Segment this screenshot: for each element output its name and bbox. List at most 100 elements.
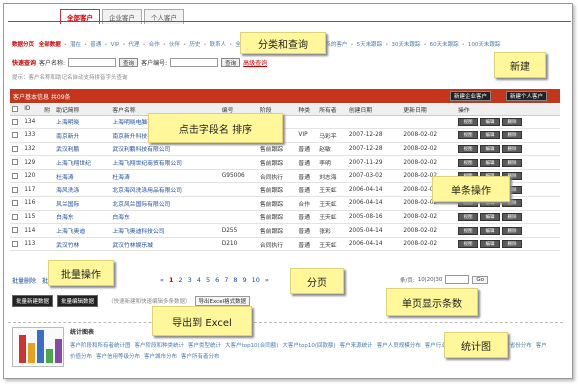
cell-name[interactable]: 武汉竹林娱乐城 [110,237,220,252]
edit-button[interactable]: 编辑 [479,158,500,167]
edit-button[interactable]: 编辑 [479,144,500,153]
page-link[interactable]: 4 [197,276,201,284]
cell-name[interactable]: 白海东 [110,210,220,225]
row-checkbox[interactable] [12,159,18,166]
next-page-button[interactable]: » [265,276,269,284]
cell-short[interactable]: 海风洗涤 [54,182,111,198]
cell-short[interactable]: 武汉利鹏 [54,142,111,157]
row-checkbox[interactable] [12,132,18,139]
cell-name[interactable]: 杜海涛 [110,169,220,184]
cell-short[interactable]: 杜海涛 [54,169,111,184]
column-header[interactable]: 创建日期 [346,104,402,116]
filter-item[interactable]: 联系人 [210,42,227,48]
cell-short[interactable]: 上海飞奥迪 [54,223,111,238]
per-page-options[interactable]: 10|20|30 [418,277,443,283]
stats-link[interactable]: 客户城市分布 [144,354,177,360]
cell-short[interactable]: 上海明晓 [54,115,111,130]
row-checkbox[interactable] [12,118,18,125]
column-header[interactable]: 操作 [455,104,560,116]
column-header[interactable]: 更新日期 [401,104,456,116]
row-checkbox[interactable] [12,186,18,193]
stats-link[interactable]: 客户来源统计 [340,343,373,349]
export-excel-button[interactable]: 导出Excel格式数据 [194,296,251,306]
delete-button[interactable]: 删除 [501,226,522,235]
filter-item[interactable]: 代理 [129,42,140,48]
row-checkbox[interactable] [12,213,18,220]
cell-short[interactable]: 风兰国际 [54,196,111,211]
cell-short[interactable]: 南京新升 [54,128,111,143]
cell-short[interactable]: 武汉竹林 [54,237,111,252]
cell-name[interactable]: 北京海风洗涤用品有限公司 [110,182,220,198]
filter-item[interactable]: 全部数据 [39,42,61,48]
edit-button[interactable]: 编辑 [479,212,500,221]
page-jump-input[interactable] [445,275,470,284]
search-button[interactable]: 查询 [119,58,139,67]
prev-page-button[interactable]: « [160,276,164,284]
page-link[interactable]: 7 [224,276,228,284]
filter-item[interactable]: 伙伴 [169,42,180,48]
page-link[interactable]: 8 [233,276,237,284]
view-button[interactable]: 视图 [457,240,478,249]
column-header[interactable]: 助记简称 [54,104,111,116]
page-link[interactable]: 2 [179,276,183,284]
filter-item[interactable]: 60天未跟踪 [430,42,459,48]
stats-link[interactable]: 客户阶段和所有者统计图 [70,343,131,349]
customer-id-input[interactable] [170,58,219,67]
delete-button[interactable]: 删除 [501,131,522,140]
customer-name-input[interactable] [68,58,117,67]
page-link[interactable]: 5 [206,276,210,284]
column-header[interactable]: 种类 [296,104,318,116]
new-person-button[interactable]: 新建个人客户 [506,91,548,101]
delete-button[interactable]: 删除 [501,158,522,167]
stats-link[interactable]: 客户信用等级分布 [96,354,140,360]
delete-button[interactable]: 删除 [501,144,522,153]
edit-button[interactable]: 编辑 [479,131,500,140]
edit-button[interactable]: 编辑 [479,226,500,235]
row-checkbox[interactable] [12,240,18,247]
page-link[interactable]: 1 [169,276,174,284]
view-button[interactable]: 视图 [457,131,478,140]
delete-button[interactable]: 删除 [501,240,522,249]
filter-item[interactable]: VIP [111,42,120,48]
filter-item[interactable]: 100天未跟踪 [468,42,501,48]
view-button[interactable]: 视图 [457,226,478,235]
page-link[interactable]: 9 [243,276,247,284]
id-search-button[interactable]: 查询 [221,58,241,67]
cell-name[interactable]: 武汉利鹏科技有限公司 [110,142,220,157]
stats-link[interactable]: 客户类型统计 [188,343,221,349]
cell-short[interactable]: 白海东 [54,210,111,225]
batch-new-button[interactable]: 批量新建数据 [12,295,54,307]
column-header[interactable]: 所有者 [317,104,347,116]
view-button[interactable]: 视图 [457,158,478,167]
cell-name[interactable]: 上海飞翔世纪商贸有限公司 [110,155,220,170]
stats-link[interactable]: 客户所有者分布 [181,354,220,360]
column-header[interactable]: ID [22,104,43,116]
row-checkbox[interactable] [12,145,18,152]
batch-delete-link[interactable]: 批量删除 [12,276,36,285]
select-all-checkbox[interactable] [12,106,18,112]
stats-link[interactable]: 客户阶段和种类统计 [135,343,185,349]
filter-item[interactable]: 合作 [149,42,160,48]
batch-edit-button[interactable]: 批量编辑数据 [57,295,99,307]
go-button[interactable]: Go [472,275,489,284]
filter-item[interactable]: 5天未跟踪 [357,42,383,48]
cell-short[interactable]: 上海飞翔世纪 [54,155,111,170]
delete-button[interactable]: 删除 [501,212,522,221]
page-link[interactable]: 6 [215,276,219,284]
edit-button[interactable]: 编辑 [479,117,500,126]
cell-name[interactable]: 上海飞奥迪科技公司 [110,223,220,238]
column-header[interactable]: 附 [42,104,55,116]
filter-item[interactable]: 历史 [189,42,200,48]
view-button[interactable]: 视图 [457,144,478,153]
stats-link[interactable]: 大客户top10(合同额) [225,343,278,349]
view-button[interactable]: 视图 [457,212,478,221]
page-link[interactable]: 10 [252,276,260,284]
row-checkbox[interactable] [12,172,18,179]
filter-item[interactable]: 普通 [90,42,101,48]
delete-button[interactable]: 删除 [501,117,522,126]
filter-item[interactable]: 潜在 [70,42,81,48]
cell-name[interactable]: 北京风兰国际有限公司 [110,196,220,211]
filter-item[interactable]: 30天未跟踪 [391,42,420,48]
page-link[interactable]: 3 [188,276,192,284]
edit-button[interactable]: 编辑 [479,240,500,249]
